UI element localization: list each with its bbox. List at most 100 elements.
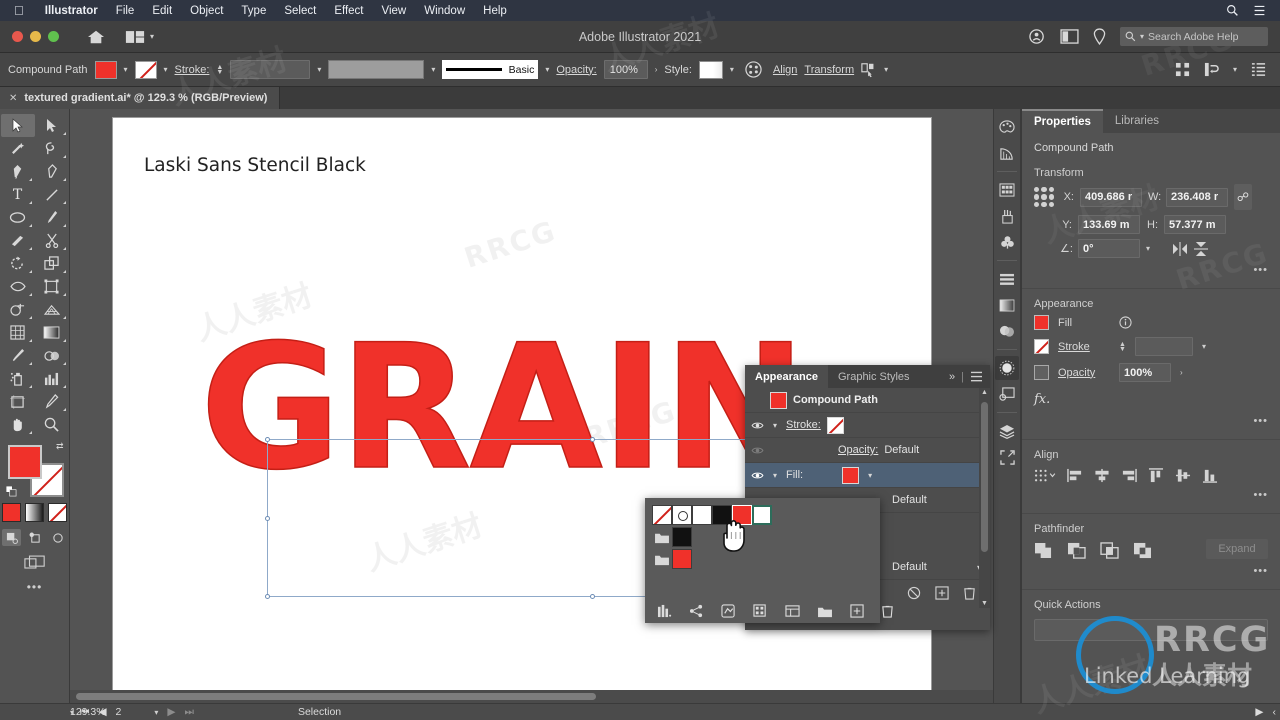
direct-selection-tool[interactable]	[35, 114, 69, 137]
hand-tool[interactable]	[1, 413, 35, 436]
appearance-stroke-row[interactable]: ▾ Stroke:	[745, 413, 990, 438]
swatch-group-grays[interactable]	[652, 527, 692, 547]
arrange-icon[interactable]	[1175, 62, 1190, 77]
fill-swatch[interactable]	[1034, 315, 1049, 330]
expand-panel-icon[interactable]: »	[949, 371, 955, 383]
edit-toolbar-button[interactable]: •••	[27, 580, 43, 594]
fill-color-indicator[interactable]	[7, 445, 42, 479]
color-mode-button[interactable]	[2, 503, 21, 522]
stroke-label[interactable]: Stroke:	[786, 419, 821, 431]
shaper-tool[interactable]	[1, 229, 35, 252]
appearance-fill-row[interactable]: ▾ Fill: ▾	[745, 463, 990, 488]
pathfinder-more-options[interactable]: •••	[1022, 564, 1280, 583]
new-color-group-library-icon[interactable]	[785, 604, 800, 618]
minimize-window-button[interactable]	[30, 31, 41, 42]
brushes-panel-icon[interactable]	[995, 204, 1019, 228]
chevron-down-icon[interactable]: ▾	[730, 65, 734, 74]
intersect-icon[interactable]	[1100, 542, 1119, 559]
next-artboard-icon[interactable]: ▶	[167, 706, 175, 718]
swatch-white[interactable]	[692, 505, 712, 525]
width-tool[interactable]	[1, 275, 35, 298]
selection-handle-bc[interactable]	[590, 594, 595, 599]
align-to-selection-icon[interactable]	[1034, 468, 1056, 483]
blend-tool[interactable]	[35, 344, 69, 367]
unite-icon[interactable]	[1034, 542, 1053, 559]
select-similar-icon[interactable]	[861, 62, 877, 78]
chevron-down-icon[interactable]: ▾	[884, 65, 888, 74]
exclude-icon[interactable]	[1133, 542, 1152, 559]
stroke-weight-input[interactable]	[230, 60, 311, 79]
reference-point-selector[interactable]	[1034, 187, 1054, 207]
appearance-panel-scrollbar[interactable]: ▲ ▼	[979, 388, 990, 608]
tab-graphic-styles[interactable]: Graphic Styles	[828, 365, 920, 388]
chevron-down-icon[interactable]: ▾	[1202, 342, 1206, 351]
flip-vertical-icon[interactable]	[1194, 241, 1209, 257]
brush-definition-select[interactable]: Basic	[442, 60, 539, 79]
transform-more-options[interactable]: •••	[1022, 263, 1280, 282]
swap-fill-stroke-icon[interactable]: ⇄	[56, 441, 64, 452]
cloud-sync-icon[interactable]	[1029, 28, 1046, 45]
lasso-tool[interactable]	[35, 137, 69, 160]
align-top-icon[interactable]	[1148, 468, 1164, 483]
align-panel-icon[interactable]	[995, 267, 1019, 291]
canvas-horizontal-scrollbar[interactable]	[70, 690, 1036, 703]
default-fill-stroke-icon[interactable]	[5, 486, 17, 497]
opacity-expand-icon[interactable]: ›	[655, 65, 658, 74]
chevron-down-icon[interactable]: ▾	[150, 32, 154, 41]
eyedropper-tool[interactable]	[1, 344, 35, 367]
menu-view[interactable]: View	[373, 5, 416, 17]
line-segment-tool[interactable]	[35, 183, 69, 206]
document-tab[interactable]: ✕ textured gradient.ai* @ 129.3 % (RGB/P…	[0, 87, 281, 109]
info-icon[interactable]	[1119, 316, 1132, 329]
slice-tool[interactable]	[35, 390, 69, 413]
menu-effect[interactable]: Effect	[325, 5, 372, 17]
menu-window[interactable]: Window	[415, 5, 474, 17]
menu-select[interactable]: Select	[275, 5, 325, 17]
tab-appearance[interactable]: Appearance	[745, 365, 828, 388]
graphic-style-swatch[interactable]	[698, 60, 723, 79]
paintbrush-tool[interactable]	[35, 206, 69, 229]
gradient-panel-icon[interactable]	[995, 293, 1019, 317]
document-setup-icon[interactable]	[1251, 62, 1266, 77]
stroke-weight-stepper[interactable]: ▲ ▼	[216, 64, 223, 76]
folder-icon[interactable]	[652, 549, 672, 569]
zoom-tool[interactable]	[35, 413, 69, 436]
window-controls[interactable]	[12, 31, 59, 42]
draw-inside-button[interactable]	[48, 529, 67, 546]
transparency-panel-icon[interactable]	[995, 319, 1019, 343]
graphic-styles-icon[interactable]	[995, 382, 1019, 406]
align-bottom-icon[interactable]	[1202, 468, 1218, 483]
opacity-label[interactable]: Opacity:	[556, 64, 596, 76]
artboard-tool[interactable]	[1, 390, 35, 413]
chevron-down-icon[interactable]: ▾	[1233, 65, 1237, 74]
opacity-input[interactable]: 100%	[1119, 363, 1171, 382]
fill-swatch-dropdown-icon[interactable]: ▾	[865, 471, 875, 480]
selection-handle-tl[interactable]	[265, 437, 270, 442]
home-icon[interactable]	[85, 26, 107, 48]
quick-actions-button[interactable]	[1034, 619, 1268, 641]
align-left-icon[interactable]	[1067, 468, 1083, 483]
workspace-switcher-icon[interactable]	[1204, 62, 1219, 77]
draw-normal-button[interactable]	[2, 529, 21, 546]
swatch-kinds-menu-icon[interactable]	[753, 604, 768, 618]
menu-type[interactable]: Type	[232, 5, 275, 17]
shape-builder-tool[interactable]	[1, 298, 35, 321]
no-appearance-icon[interactable]	[907, 586, 921, 600]
align-button[interactable]: Align	[773, 64, 797, 76]
gradient-mode-button[interactable]	[25, 503, 44, 522]
free-transform-tool[interactable]	[35, 275, 69, 298]
menu-file[interactable]: File	[107, 5, 144, 17]
selection-handle-bl[interactable]	[265, 594, 270, 599]
layers-panel-icon[interactable]	[995, 419, 1019, 443]
recolor-artwork-icon[interactable]	[745, 61, 762, 78]
menu-object[interactable]: Object	[181, 5, 232, 17]
stroke-swatch[interactable]	[826, 416, 844, 434]
swatch-options-icon[interactable]	[721, 604, 736, 618]
swatch-group-black[interactable]	[672, 527, 692, 547]
chevron-down-icon[interactable]: ▾	[1146, 244, 1150, 253]
duplicate-item-icon[interactable]	[935, 586, 949, 600]
chevron-down-icon[interactable]: ▾	[770, 421, 780, 430]
visibility-eye-icon-dim[interactable]	[751, 446, 764, 455]
folder-icon[interactable]	[652, 527, 672, 547]
screen-mode-icon[interactable]	[1060, 29, 1079, 44]
